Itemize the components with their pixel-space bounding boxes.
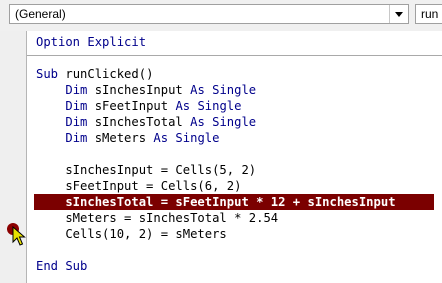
code-token: runClicked() [65,67,154,81]
code-line-text: sMeters = sInchesTotal * 2.54 [36,210,278,226]
code-token: Cells(10, 2) = sMeters [36,227,227,241]
code-line-text: End Sub [36,258,87,274]
keyword-token: Dim [65,131,88,145]
keyword-token: Dim [65,115,88,129]
code-token: sFeetInput [87,99,176,113]
code-line-current[interactable]: sInchesTotal = sFeetInput * 12 + sInches… [27,194,442,210]
code-line[interactable]: End Sub [27,258,442,274]
code-line-text: Dim sMeters As Single [36,130,219,146]
code-line[interactable] [27,146,442,162]
object-dropdown[interactable]: (General) [9,4,409,24]
code-token: sMeters [87,131,154,145]
code-line[interactable] [27,50,442,66]
code-line-text: sInchesInput = Cells(5, 2) [36,162,256,178]
object-dropdown-button[interactable] [389,5,408,23]
code-line-text: Sub runClicked() [36,66,153,82]
code-editor[interactable]: Option Explicit Sub runClicked() Dim sInc… [27,31,442,283]
code-line-text: Dim sFeetInput As Single [36,98,241,114]
keyword-token: As Single [153,131,220,145]
code-line-text: sInchesTotal = sFeetInput * 12 + sInches… [36,194,396,210]
code-line[interactable]: sInchesInput = Cells(5, 2) [27,162,442,178]
margin-indicator-bar[interactable] [0,31,27,283]
code-window-toolbar: (General) run [0,0,442,32]
code-token: sInchesInput [87,83,191,97]
keyword-token: Option Explicit [36,35,147,49]
code-line[interactable]: sFeetInput = Cells(6, 2) [27,178,442,194]
code-line[interactable]: Dim sMeters As Single [27,130,442,146]
code-line[interactable]: Dim sInchesTotal As Single [27,114,442,130]
code-token: sInchesTotal [87,115,191,129]
code-token: sFeetInput = Cells(6, 2) [36,179,242,193]
keyword-token: Dim [65,83,88,97]
keyword-token: As Single [190,115,257,129]
object-dropdown-value: (General) [15,7,66,21]
code-line-text: Cells(10, 2) = sMeters [36,226,227,242]
code-line[interactable]: Sub runClicked() [27,66,442,82]
keyword-token: End Sub [36,259,88,273]
procedure-dropdown-value: run [421,7,439,21]
procedure-separator [27,55,442,56]
code-line-text: Dim sInchesInput As Single [36,82,256,98]
keyword-token: Dim [65,99,88,113]
code-line-text: Option Explicit [36,34,146,50]
keyword-token: As Single [175,99,242,113]
execution-arrow-icon [12,226,26,246]
code-line[interactable]: Option Explicit [27,34,442,50]
chevron-down-icon [395,11,403,17]
code-line[interactable]: Dim sFeetInput As Single [27,98,442,114]
keyword-token: Sub [36,67,66,81]
code-line[interactable]: Dim sInchesInput As Single [27,82,442,98]
procedure-dropdown[interactable]: run [415,4,442,24]
code-token: sInchesTotal = sFeetInput * 12 + sInches… [36,195,396,209]
code-line[interactable]: Cells(10, 2) = sMeters [27,226,442,242]
code-token: sMeters = sInchesTotal * 2.54 [36,211,279,225]
code-line-text: sFeetInput = Cells(6, 2) [36,178,241,194]
code-token: sInchesInput = Cells(5, 2) [36,163,257,177]
keyword-token: As Single [190,83,257,97]
code-line[interactable]: sMeters = sInchesTotal * 2.54 [27,210,442,226]
code-line[interactable] [27,242,442,258]
code-line-text: Dim sInchesTotal As Single [36,114,256,130]
